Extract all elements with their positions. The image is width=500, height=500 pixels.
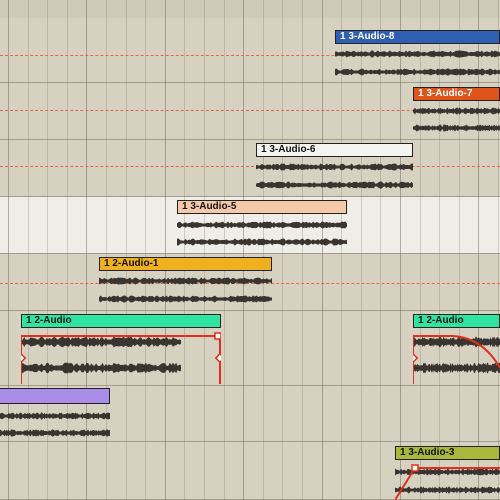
clip-audio-2-b[interactable]: 1 2-Audio [413,314,500,384]
timeline-ruler[interactable] [0,0,500,19]
clip-audio-3[interactable]: 1 3-Audio-3 [395,446,500,500]
clip-label: 1 3-Audio-5 [182,201,237,212]
clip-waveform [99,295,272,303]
clip-waveform [395,486,500,494]
clip-waveform [413,107,500,115]
clip-audio-7[interactable]: 1 3-Audio-7 [413,87,500,137]
clip-header[interactable]: 1 3-Audio-8 [335,30,500,44]
clip-waveform [99,277,272,285]
clip-audio-2-a[interactable]: 1 2-Audio [21,314,221,384]
clip-waveform [413,124,500,132]
track-lane-audio-6[interactable] [0,140,500,197]
clip-waveform [256,181,413,189]
clip-waveform [335,68,500,76]
arrangement-view[interactable]: 1 3-Audio-8 1 3-Audio-7 1 3-Audio-6 1 3-… [0,0,500,500]
clip-header[interactable]: 1 3-Audio-7 [413,87,500,101]
clip-label: 1 3-Audio-6 [261,144,316,155]
clip-waveform [335,50,500,58]
clip-waveform [413,362,500,374]
clip-label: 1 3-Audio-7 [418,88,473,99]
clip-label: 1 3-Audio-3 [400,447,455,458]
clip-header[interactable]: 1 2-Audio [21,314,221,328]
clip-label: 1 2-Audio [26,315,72,326]
clip-waveform [177,221,347,229]
clip-header[interactable]: 1 3-Audio-5 [177,200,347,214]
clip-audio-6[interactable]: 1 3-Audio-6 [256,143,413,193]
clip-header[interactable] [0,388,110,404]
clip-waveform [256,163,413,171]
clip-waveform [177,238,347,246]
clip-header[interactable]: 1 2-Audio-1 [99,257,272,271]
clip-header[interactable]: 1 3-Audio-6 [256,143,413,157]
clip-waveform [0,412,110,420]
clip-audio-8[interactable]: 1 3-Audio-8 [335,30,500,82]
clip-purple[interactable] [0,388,110,440]
clip-waveform [395,468,500,476]
automation-line [0,166,500,167]
clip-audio-5[interactable]: 1 3-Audio-5 [177,200,347,252]
clip-waveform [21,362,181,374]
clip-header[interactable]: 1 3-Audio-3 [395,446,500,460]
clip-label: 1 3-Audio-8 [340,31,395,42]
volume-envelope[interactable] [395,460,500,500]
clip-waveform [0,429,110,437]
clip-label: 1 2-Audio-1 [104,258,159,269]
clip-audio-1[interactable]: 1 2-Audio-1 [99,257,272,307]
clip-header[interactable]: 1 2-Audio [413,314,500,328]
clip-waveform [21,336,181,348]
clip-waveform [413,336,500,348]
clip-label: 1 2-Audio [418,315,464,326]
